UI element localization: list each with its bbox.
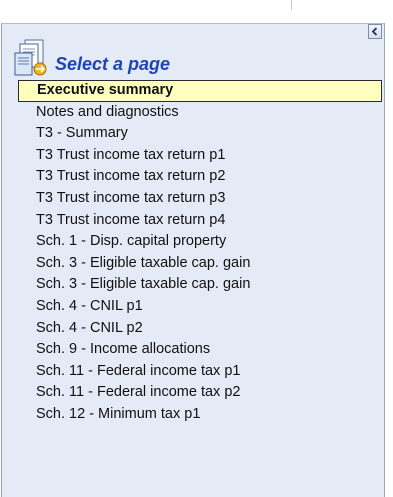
document-pages-icon bbox=[14, 39, 50, 77]
list-item[interactable]: Sch. 1 - Disp. capital property bbox=[18, 231, 382, 253]
panel-title: Select a page bbox=[55, 54, 171, 74]
list-item[interactable]: Sch. 12 - Minimum tax p1 bbox=[18, 404, 382, 426]
list-item[interactable]: Sch. 4 - CNIL p1 bbox=[18, 296, 382, 318]
chevron-left-icon bbox=[371, 27, 378, 36]
page-list: Executive summary Notes and diagnostics T3… bbox=[18, 80, 382, 426]
divider bbox=[291, 0, 292, 10]
list-item[interactable]: Sch. 9 - Income allocations bbox=[18, 339, 382, 361]
list-item[interactable]: Sch. 11 - Federal income tax p1 bbox=[18, 361, 382, 383]
list-item[interactable]: Notes and diagnostics bbox=[18, 102, 382, 124]
page-selector-panel: Select a page Executive summary Notes and… bbox=[1, 23, 385, 497]
panel-header: Select a page bbox=[14, 39, 170, 77]
list-item[interactable]: T3 Trust income tax return p2 bbox=[18, 166, 382, 188]
list-item[interactable]: Sch. 11 - Federal income tax p2 bbox=[18, 382, 382, 404]
list-item[interactable]: Sch. 3 - Eligible taxable cap. gain bbox=[18, 253, 382, 275]
list-item[interactable]: Sch. 4 - CNIL p2 bbox=[18, 318, 382, 340]
list-item[interactable]: T3 Trust income tax return p3 bbox=[18, 188, 382, 210]
list-item[interactable]: T3 - Summary bbox=[18, 123, 382, 145]
collapse-panel-button[interactable] bbox=[368, 24, 382, 39]
list-item[interactable]: Sch. 3 - Eligible taxable cap. gain bbox=[18, 274, 382, 296]
list-item[interactable]: T3 Trust income tax return p4 bbox=[18, 210, 382, 232]
list-item[interactable]: T3 Trust income tax return p1 bbox=[18, 145, 382, 167]
page-navigator-window: Select a page Executive summary Notes and… bbox=[0, 0, 393, 497]
list-item-selected[interactable]: Executive summary bbox=[18, 80, 382, 102]
